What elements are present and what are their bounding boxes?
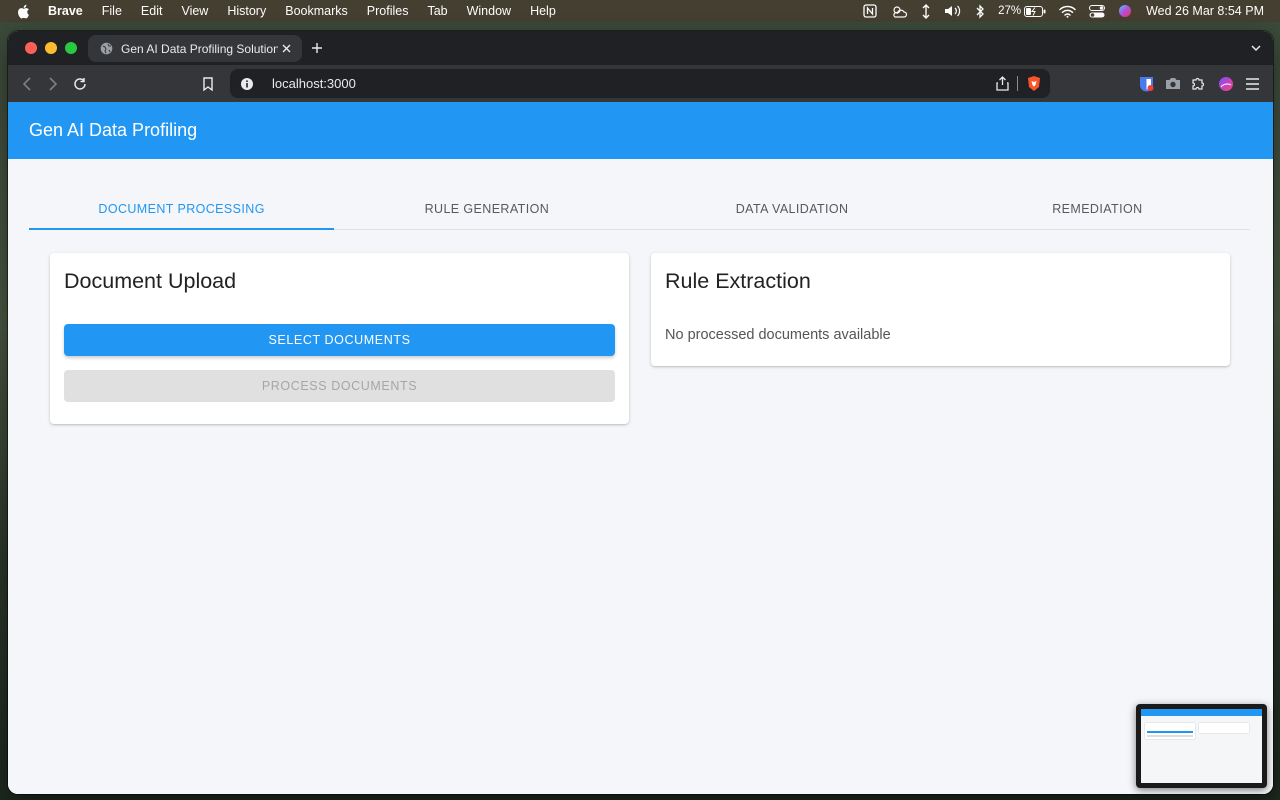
browser-window: Gen AI Data Profiling Solution localhost… <box>8 31 1273 794</box>
tab-document-processing[interactable]: DOCUMENT PROCESSING <box>29 189 335 230</box>
battery-percent: 27% <box>998 5 1022 17</box>
bitwarden-icon[interactable] <box>1138 75 1155 92</box>
apple-icon[interactable] <box>16 4 30 19</box>
empty-state-message: No processed documents available <box>665 327 891 343</box>
forward-arrow-icon[interactable] <box>45 76 61 92</box>
control-center-icon[interactable] <box>1089 4 1106 18</box>
back-arrow-icon[interactable] <box>19 76 35 92</box>
thumbnail-preview <box>1141 709 1262 783</box>
hamburger-menu-icon[interactable] <box>1244 75 1261 92</box>
menu-view[interactable]: View <box>181 4 208 18</box>
share-icon[interactable] <box>995 76 1010 91</box>
chevron-down-icon[interactable] <box>1249 41 1263 55</box>
menu-profiles[interactable]: Profiles <box>367 4 409 18</box>
battery-icon[interactable] <box>1024 5 1046 17</box>
document-upload-card: Document Upload SELECT DOCUMENTS PROCESS… <box>50 253 629 424</box>
main-content: DOCUMENT PROCESSING RULE GENERATION DATA… <box>8 159 1273 794</box>
brave-shield-icon[interactable] <box>1026 75 1042 92</box>
menu-window[interactable]: Window <box>467 4 511 18</box>
camera-icon[interactable] <box>1164 75 1181 92</box>
weather-icon[interactable] <box>890 4 908 18</box>
window-controls <box>25 42 77 54</box>
browser-tab-active[interactable]: Gen AI Data Profiling Solution <box>88 35 302 62</box>
thumbnail-card-right <box>1199 723 1249 733</box>
menu-history[interactable]: History <box>227 4 266 18</box>
arrows-updown-icon[interactable] <box>921 3 931 19</box>
siri-icon[interactable] <box>1118 4 1132 18</box>
volume-icon[interactable] <box>944 4 962 18</box>
process-documents-button[interactable]: PROCESS DOCUMENTS <box>64 370 615 402</box>
url-text: localhost:3000 <box>272 76 356 91</box>
site-info-icon[interactable] <box>240 77 254 91</box>
fullscreen-window-button[interactable] <box>65 42 77 54</box>
wifi-icon[interactable] <box>1059 5 1076 18</box>
select-documents-button[interactable]: SELECT DOCUMENTS <box>64 324 615 356</box>
close-window-button[interactable] <box>25 42 37 54</box>
globe-icon <box>100 42 113 55</box>
profile-avatar-icon[interactable] <box>1217 75 1234 92</box>
tab-remediation[interactable]: REMEDIATION <box>945 189 1250 229</box>
thumbnail-button-disabled <box>1147 735 1193 737</box>
menu-edit[interactable]: Edit <box>141 4 163 18</box>
tab-strip: Gen AI Data Profiling Solution <box>8 31 1273 65</box>
reload-icon[interactable] <box>72 76 88 92</box>
screenshot-thumbnail[interactable] <box>1136 704 1267 788</box>
rule-extraction-title: Rule Extraction <box>665 269 811 293</box>
bookmark-icon[interactable] <box>200 76 216 92</box>
menu-tab[interactable]: Tab <box>427 4 447 18</box>
bluetooth-icon[interactable] <box>975 3 985 19</box>
menubar-clock[interactable]: Wed 26 Mar 8:54 PM <box>1146 4 1264 18</box>
section-tabs: DOCUMENT PROCESSING RULE GENERATION DATA… <box>29 189 1250 230</box>
address-bar[interactable]: localhost:3000 <box>230 69 1050 98</box>
tab-rule-generation[interactable]: RULE GENERATION <box>334 189 639 229</box>
menu-file[interactable]: File <box>102 4 122 18</box>
menu-bookmarks[interactable]: Bookmarks <box>285 4 348 18</box>
browser-tab-title: Gen AI Data Profiling Solution <box>121 41 278 56</box>
app-title: Gen AI Data Profiling <box>29 120 198 140</box>
browser-toolbar: localhost:3000 <box>8 65 1273 102</box>
extensions-puzzle-icon[interactable] <box>1190 75 1207 92</box>
thumbnail-card-left <box>1145 723 1195 739</box>
notion-icon[interactable] <box>863 4 877 18</box>
close-tab-icon[interactable] <box>278 41 294 57</box>
rule-extraction-card: Rule Extraction No processed documents a… <box>651 253 1230 366</box>
thumbnail-button <box>1147 731 1193 733</box>
menu-help[interactable]: Help <box>530 4 556 18</box>
minimize-window-button[interactable] <box>45 42 57 54</box>
document-upload-title: Document Upload <box>64 269 237 293</box>
macos-menubar: Brave File Edit View History Bookmarks P… <box>0 0 1280 22</box>
menu-app-name[interactable]: Brave <box>48 4 83 18</box>
app-header: Gen AI Data Profiling <box>8 102 1273 159</box>
omnibox-divider <box>1017 76 1018 91</box>
tab-data-validation[interactable]: DATA VALIDATION <box>640 189 945 229</box>
new-tab-icon[interactable] <box>308 39 326 57</box>
thumbnail-header <box>1141 709 1262 716</box>
